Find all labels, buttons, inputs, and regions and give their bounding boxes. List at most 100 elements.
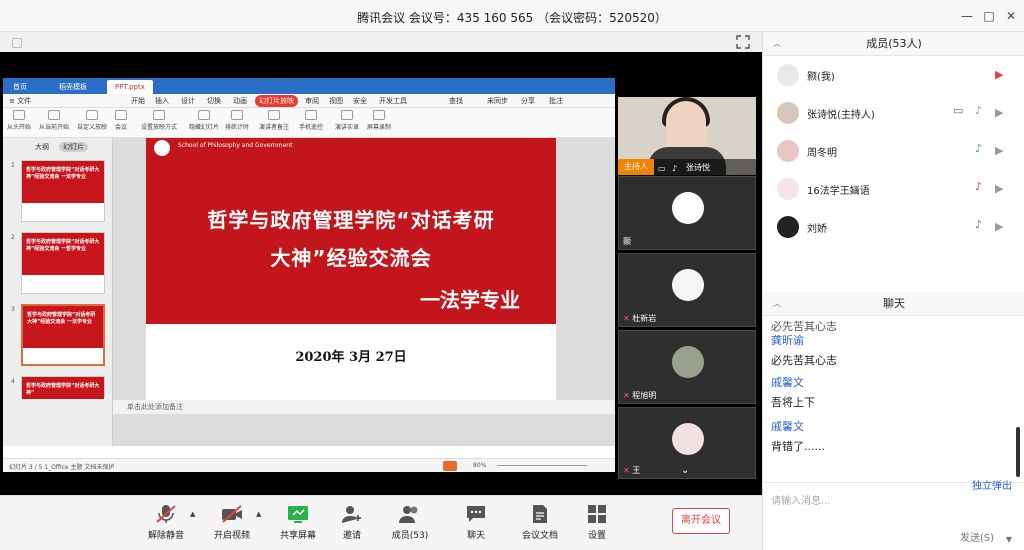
close-icon[interactable]: ✕ — [1002, 7, 1020, 25]
mic-muted-icon — [156, 505, 176, 523]
members-button[interactable]: 成员(53) — [382, 504, 438, 541]
member-name: 张诗悦(主持人) — [807, 110, 875, 121]
avatar — [672, 423, 704, 455]
menu-transition[interactable]: 切换 — [207, 95, 221, 107]
menu-insert[interactable]: 插入 — [155, 95, 169, 107]
ribbon-custom-show[interactable]: 自定义放映 — [77, 110, 107, 131]
ribbon-remote[interactable]: 手机遥控 — [299, 110, 323, 131]
video-tile-host[interactable]: 主持人 ▭ ♪ 张诗悦 — [618, 97, 756, 175]
menu-developer[interactable]: 开发工具 — [379, 95, 407, 107]
mic-icon: ♪ — [672, 164, 678, 173]
zoom-slider[interactable] — [497, 465, 587, 466]
ribbon-rehearse[interactable]: 排练计时 — [225, 110, 249, 131]
menu-comment[interactable]: 批注 — [549, 95, 563, 107]
avatar — [777, 216, 799, 238]
member-row[interactable]: 张诗悦(主持人) ▭ ♪ ▶ — [763, 94, 1024, 132]
slide-thumbnail[interactable]: 哲学与政府管理学院“对话考研大神”经验交流会 一法学专业 — [21, 160, 105, 222]
chat-scrollbar[interactable] — [1016, 427, 1020, 477]
ribbon-meeting[interactable]: 会议 — [115, 110, 127, 131]
camera-off-icon: ▶ — [995, 68, 1004, 81]
chat-user: 戚馨文 — [771, 420, 804, 433]
menu-start[interactable]: 开始 — [131, 95, 145, 107]
mic-active-icon: ♪ — [975, 142, 983, 155]
grid-icon — [588, 505, 606, 523]
meeting-docs-button[interactable]: 会议文档 — [512, 504, 568, 541]
chevron-up-icon[interactable]: ▲ — [256, 510, 261, 518]
chat-message: 背错了...... — [771, 440, 825, 453]
menu-search[interactable]: 查找 — [449, 95, 463, 107]
menu-design[interactable]: 设计 — [181, 95, 195, 107]
menu-security[interactable]: 安全 — [353, 95, 367, 107]
record-icon — [341, 110, 353, 120]
ribbon-screen-record[interactable]: 屏幕录制 — [367, 110, 391, 131]
wps-tab-bar: 首页 稻壳模板 PPT.pptx — [3, 78, 615, 94]
tile-name: 张诗悦 — [686, 163, 710, 172]
chevron-down-icon[interactable]: ⌄ — [681, 465, 689, 476]
leave-meeting-button[interactable]: 离开会议 — [672, 508, 730, 534]
host-video — [666, 101, 706, 153]
member-row[interactable]: 颢(我) ▶ — [763, 56, 1024, 94]
chat-button[interactable]: 聊天 — [448, 504, 504, 541]
chat-user: 戚馨文 — [771, 376, 804, 389]
fullscreen-icon[interactable] — [736, 35, 750, 49]
mic-icon: ♪ — [975, 104, 983, 117]
menu-review[interactable]: 审阅 — [305, 95, 319, 107]
play-slideshow-button[interactable] — [443, 461, 457, 471]
tab-home[interactable]: 首页 — [5, 80, 35, 94]
minimize-icon[interactable]: — — [958, 7, 976, 25]
menu-animation[interactable]: 动画 — [233, 95, 247, 107]
unmute-button[interactable]: 解除静音 — [138, 504, 194, 541]
share-screen-button[interactable]: 共享屏幕 — [270, 504, 326, 541]
video-tile[interactable]: 颢 — [618, 176, 756, 250]
member-row[interactable]: 16法学王婳语 ♪ ▶ — [763, 170, 1024, 208]
wps-body: 大纲 幻灯片 1 哲学与政府管理学院“对话考研大神”经验交流会 一法学专业 2 … — [3, 138, 615, 446]
timer-icon — [231, 110, 243, 120]
menu-view[interactable]: 视图 — [329, 95, 343, 107]
tile-name: 颢 — [623, 237, 631, 246]
pane-tab-outline[interactable]: 大纲 — [35, 142, 49, 152]
mic-muted-icon: ♪ — [975, 218, 983, 231]
ribbon-from-start[interactable]: 从头开始 — [7, 110, 31, 131]
tile-name: ✕ 杜新岩 — [623, 314, 657, 323]
slide-thumbnail[interactable]: 哲学与政府管理学院“对话考研大神”经验交流会 一哲学专业 — [21, 232, 105, 294]
ribbon-record-speech[interactable]: 演讲实录 — [335, 110, 359, 131]
notes-area[interactable]: 单击此处添加备注 — [113, 400, 615, 414]
members-header[interactable]: ︿ 成员(53人) — [763, 32, 1024, 56]
slide-thumbnail[interactable]: 哲学与政府管理学院“对话考研大神” — [21, 376, 105, 399]
popout-link[interactable]: 独立弹出 — [972, 477, 1012, 492]
video-tile[interactable]: ✕ 程旭明 — [618, 330, 756, 404]
video-tile[interactable]: ✕ 王 ⌄ — [618, 407, 756, 479]
camera-off-icon: ▶ — [995, 106, 1004, 119]
tab-templates[interactable]: 稻壳模板 — [51, 80, 95, 94]
wps-status-bar: 幻灯片 3 / 5 1_Office 主题 文档未保护 80% — [3, 458, 615, 472]
slide-thumbnail-selected[interactable]: 哲学与政府管理学院“对话考研大神”经验交流会 一法学专业 — [21, 304, 105, 366]
chevron-down-icon[interactable]: ▼ — [1006, 535, 1012, 544]
invite-button[interactable]: 邀请 — [324, 504, 380, 541]
member-row[interactable]: 刘娇 ♪ ▶ — [763, 208, 1024, 246]
ribbon-setup-show[interactable]: 设置放映方式 — [141, 110, 177, 131]
collapse-icon[interactable]: ︿ — [773, 292, 781, 316]
chat-header[interactable]: ︿ 聊天 — [763, 292, 1024, 316]
menu-unsynced[interactable]: 未同步 — [487, 95, 508, 107]
send-button[interactable]: 发送(S) — [960, 529, 994, 544]
ribbon-hide-slide[interactable]: 隐藏幻灯片 — [189, 110, 219, 131]
member-row[interactable]: 周冬明 ♪ ▶ — [763, 132, 1024, 170]
menu-file[interactable]: ≡ 文件 — [9, 95, 31, 107]
collapse-icon[interactable]: ︿ — [773, 32, 781, 56]
settings-button[interactable]: 设置 — [569, 504, 625, 541]
ribbon-speaker-notes[interactable]: 演讲者备注 — [259, 110, 289, 131]
chevron-up-icon[interactable]: ▲ — [190, 510, 195, 518]
tab-ppt-file[interactable]: PPT.pptx — [107, 80, 153, 94]
video-button[interactable]: 开启视频 — [204, 504, 260, 541]
avatar — [777, 178, 799, 200]
video-tile[interactable]: ✕ 杜新岩 — [618, 253, 756, 327]
menu-share[interactable]: 分享 — [521, 95, 535, 107]
avatar — [777, 102, 799, 124]
pane-tab-slides[interactable]: 幻灯片 — [59, 142, 88, 152]
camera-off-icon: ▶ — [995, 182, 1004, 195]
ribbon-from-current[interactable]: 从当前开始 — [39, 110, 69, 131]
meeting-icon — [115, 110, 127, 120]
menu-slideshow[interactable]: 幻灯片放映 — [255, 95, 298, 107]
maximize-icon[interactable]: □ — [980, 7, 998, 25]
chat-input[interactable]: 请输入消息... — [771, 492, 831, 507]
